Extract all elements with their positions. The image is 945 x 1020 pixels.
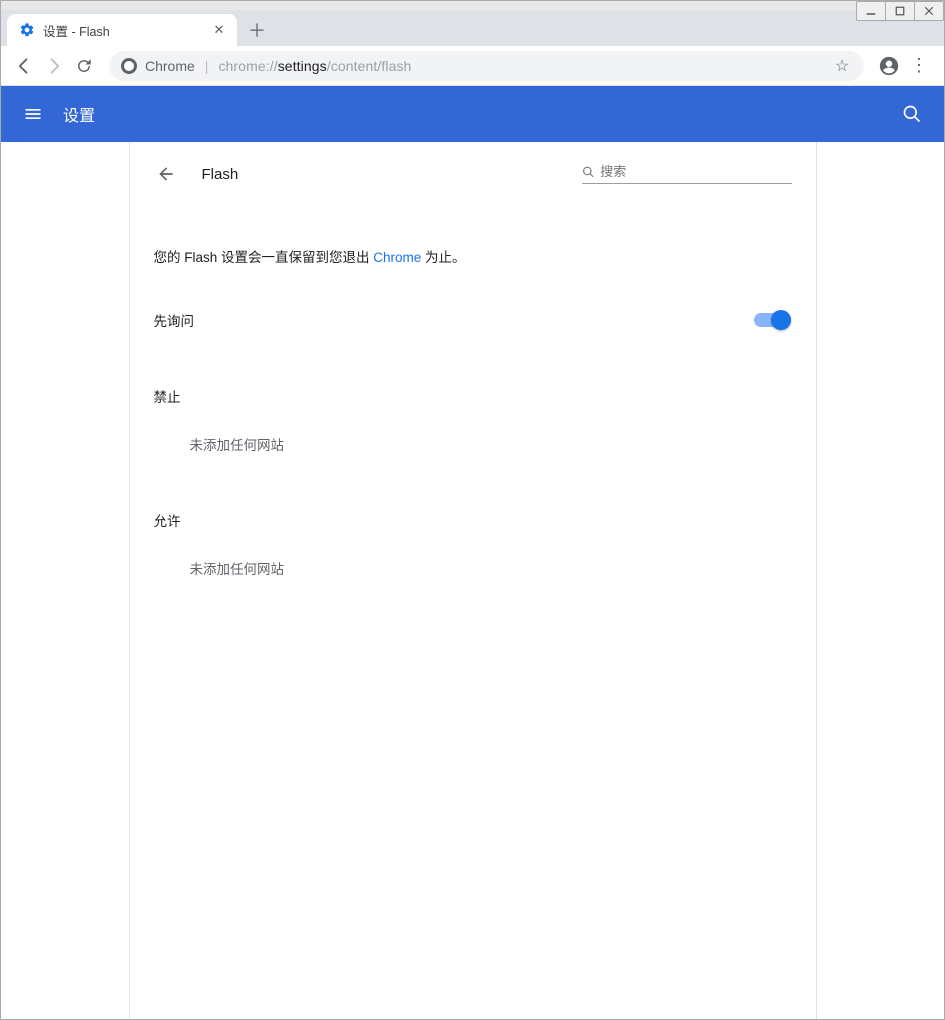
kebab-menu-button[interactable]: ⋮ [904,51,934,81]
address-bar[interactable]: Chrome | chrome://settings/content/flash… [109,51,864,81]
window-minimize-button[interactable] [856,1,886,21]
origin-label: Chrome [145,58,195,74]
block-empty-text: 未添加任何网站 [154,434,792,454]
toggle-label: 先询问 [154,310,195,330]
tab-title: 设置 - Flash [43,21,110,40]
nav-back-button[interactable] [9,51,39,81]
close-icon[interactable]: ✕ [211,22,227,38]
info-text: 您的 Flash 设置会一直保留到您退出 Chrome 为止。 [154,246,792,266]
search-icon [582,165,595,179]
profile-button[interactable] [874,51,904,81]
panel-search-input[interactable] [600,164,791,179]
ask-first-row: 先询问 [154,310,792,330]
ask-first-toggle[interactable] [754,313,788,327]
window-titlebar [1,1,944,10]
allow-empty-text: 未添加任何网站 [154,558,792,578]
block-heading: 禁止 [154,386,792,406]
window-maximize-button[interactable] [885,1,915,21]
allow-heading: 允许 [154,510,792,530]
gear-icon [19,22,35,38]
tab-strip: 设置 - Flash ✕ ＋ [1,10,944,46]
url-text: chrome://settings/content/flash [218,58,832,74]
panel-search[interactable] [582,164,792,184]
browser-tab[interactable]: 设置 - Flash ✕ [7,14,237,46]
new-tab-button[interactable]: ＋ [243,16,271,44]
menu-icon[interactable] [21,102,45,126]
content-area: Flash 您的 Flash 设置会一直保留到您退出 Chrome 为止。 先询… [1,142,944,1019]
back-arrow-icon[interactable] [154,162,178,186]
chrome-link[interactable]: Chrome [373,250,421,265]
page-title: Flash [202,166,239,183]
settings-title: 设置 [63,102,95,126]
search-icon[interactable] [900,102,924,126]
nav-forward-button[interactable] [39,51,69,81]
window-close-button[interactable] [914,1,944,21]
site-info-icon[interactable] [121,58,137,74]
nav-reload-button[interactable] [69,51,99,81]
settings-header: 设置 [1,86,944,142]
bookmark-star-icon[interactable]: ☆ [832,56,852,76]
settings-panel: Flash 您的 Flash 设置会一直保留到您退出 Chrome 为止。 先询… [129,142,817,1019]
separator: | [205,58,209,74]
browser-toolbar: Chrome | chrome://settings/content/flash… [1,46,944,86]
